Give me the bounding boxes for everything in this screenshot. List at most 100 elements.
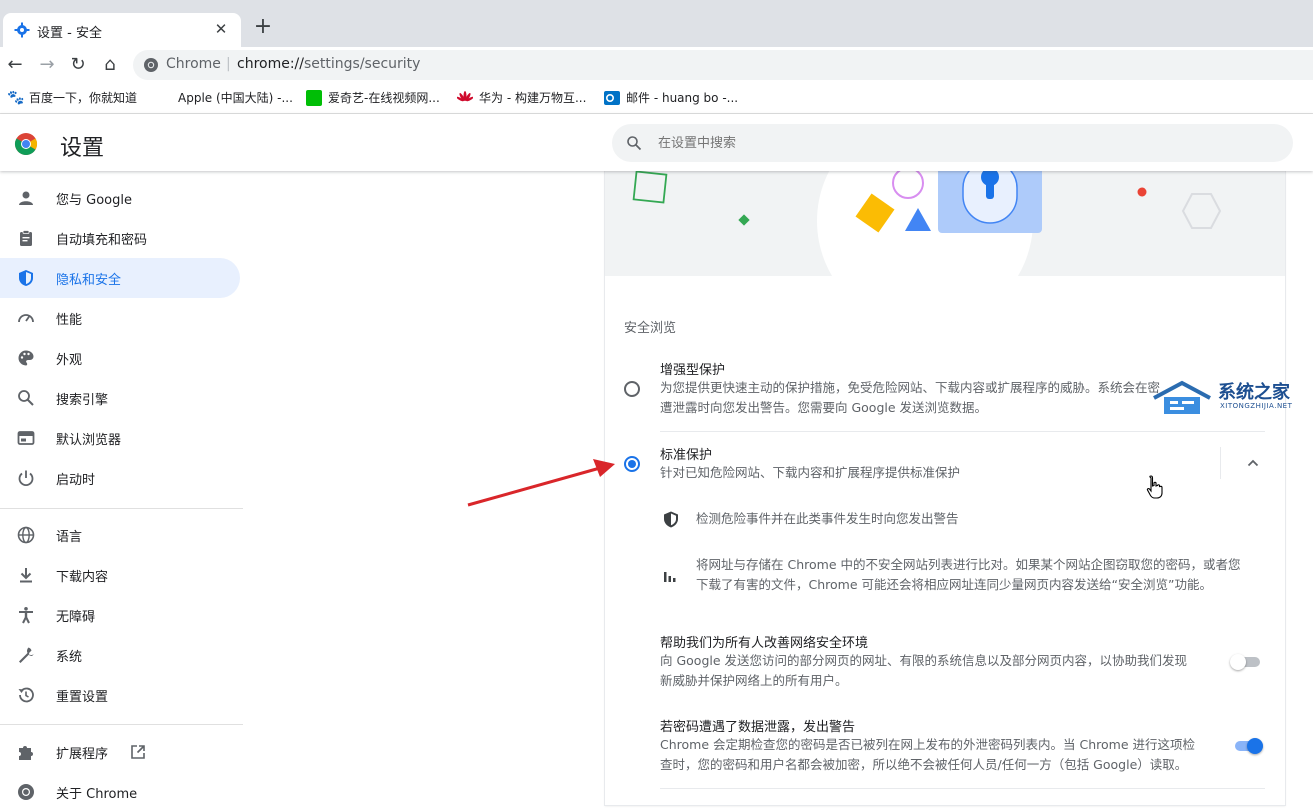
bookmark-mail[interactable]: 邮件 - huang bo -... <box>604 89 738 107</box>
sidebar-item-autofill[interactable]: 自动填充和密码 <box>0 218 240 258</box>
watermark-title: 系统之家 <box>1218 382 1290 403</box>
settings-header: 设置 <box>0 114 1313 171</box>
toolbar: ← → ↻ ⌂ Chrome | chrome://settings/secur… <box>0 47 1313 82</box>
security-banner-illustration <box>605 171 1285 276</box>
person-icon <box>19 191 33 205</box>
divider <box>660 431 1265 432</box>
sidebar-item-label: 扩展程序 <box>56 747 109 762</box>
bookmark-label: 爱奇艺-在线视频网... <box>328 91 440 105</box>
page-title: 设置 <box>60 136 105 161</box>
bookmark-huawei[interactable]: 华为 - 构建万物互... <box>457 89 586 107</box>
sidebar-item-extensions[interactable]: 扩展程序 <box>0 732 240 772</box>
settings-search[interactable] <box>612 124 1293 162</box>
help-improve-desc-2: 新威胁并保护网络上的所有用户。 <box>660 673 848 688</box>
puzzle-icon <box>19 746 33 760</box>
sidebar-item-label: 外观 <box>56 353 83 368</box>
help-improve-toggle[interactable] <box>1230 654 1260 670</box>
sidebar-item-default-browser[interactable]: 默认浏览器 <box>0 418 240 458</box>
url-path: settings/security <box>304 56 421 72</box>
bookmark-apple[interactable]: Apple (中国大陆) -... <box>156 89 293 107</box>
sidebar-item-on-startup[interactable]: 启动时 <box>0 458 240 498</box>
help-improve-title: 帮助我们为所有人改善网络安全环境 <box>660 636 869 651</box>
sidebar-item-search-engine[interactable]: 搜索引擎 <box>0 378 240 418</box>
password-warning-desc: Chrome 会定期检查您的密码是否已被列在网上发布的外泄密码列表内。当 Chr… <box>660 737 1195 752</box>
chrome-logo-icon <box>15 133 37 155</box>
security-card: 安全浏览 增强型保护 为您提供更快速主动的保护措施，免受危险网站、下载内容或扩展… <box>605 171 1285 805</box>
sidebar-item-label: 您与 Google <box>56 193 132 208</box>
password-warning-title: 若密码遭遇了数据泄露，发出警告 <box>660 720 856 735</box>
back-icon[interactable]: ← <box>3 53 27 77</box>
bookmark-iqiyi[interactable]: 爱奇艺-在线视频网... <box>306 89 440 107</box>
sidebar-item-performance[interactable]: 性能 <box>0 298 240 338</box>
sidebar-item-label: 默认浏览器 <box>56 433 122 448</box>
watermark-subtitle: XITONGZHIJIA.NET <box>1220 402 1293 410</box>
sidebar-item-privacy-security[interactable]: 隐私和安全 <box>0 258 240 298</box>
bookmark-baidu[interactable]: 🐾 百度一下，你就知道 <box>7 89 137 107</box>
address-bar[interactable]: Chrome | chrome://settings/security <box>133 50 1313 80</box>
sidebar-item-reset[interactable]: 重置设置 <box>0 675 240 715</box>
sidebar-item-label: 语言 <box>56 530 83 545</box>
sidebar-item-languages[interactable]: 语言 <box>0 515 240 555</box>
iqiyi-icon <box>306 89 322 106</box>
sidebar-item-label: 重置设置 <box>56 690 109 705</box>
forward-icon[interactable]: → <box>35 53 59 77</box>
vertical-divider <box>1220 447 1221 479</box>
detail-compare-urls-line-1: 将网址与存储在 Chrome 中的不安全网站列表进行比对。如果某个网站企图窃取您… <box>696 557 1241 572</box>
bookmark-label: 华为 - 构建万物互... <box>479 91 587 105</box>
bookmarks-bar: 🐾 百度一下，你就知道 Apple (中国大陆) -... 爱奇艺-在线视频网..… <box>0 82 1313 114</box>
bookmark-label: 邮件 - huang bo -... <box>626 91 739 105</box>
bookmark-label: Apple (中国大陆) -... <box>178 91 293 105</box>
radio-enhanced-protection[interactable] <box>624 381 640 397</box>
sidebar-item-downloads[interactable]: 下载内容 <box>0 555 240 595</box>
new-tab-button[interactable]: + <box>252 16 274 38</box>
divider <box>660 788 1265 789</box>
browser-icon <box>17 431 35 445</box>
sidebar-item-label: 性能 <box>56 313 83 328</box>
enhanced-protection-desc: 为您提供更快速主动的保护措施，免受危险网站、下载内容或扩展程序的威胁。系统会在密 <box>660 380 1161 395</box>
reload-icon[interactable]: ↻ <box>66 53 90 77</box>
sidebar-item-label: 关于 Chrome <box>56 787 138 802</box>
sidebar-item-label: 系统 <box>56 650 83 665</box>
chrome-icon <box>18 784 34 800</box>
tab-settings[interactable]: 设置 - 安全 ✕ <box>3 13 241 47</box>
chrome-icon <box>144 58 158 72</box>
open-in-new-icon <box>131 745 145 759</box>
baidu-icon: 🐾 <box>7 89 25 106</box>
globe-icon <box>17 526 35 544</box>
password-warning-desc-2: 查时，您的密码和用户名都会被加密，所以绝不会被任何人员/任何一方（包括 Goog… <box>660 757 1188 772</box>
enhanced-protection-title: 增强型保护 <box>660 363 726 378</box>
shield-icon <box>664 511 678 528</box>
detail-compare-urls-line-2: 下载了有害的文件，Chrome 可能还会将相应网址连同少量网页内容发送给“安全浏… <box>696 577 1212 592</box>
tab-title: 设置 - 安全 <box>37 26 102 41</box>
section-title-safe-browsing: 安全浏览 <box>624 321 677 336</box>
standard-protection-title: 标准保护 <box>660 448 713 463</box>
hand-cursor-icon <box>1146 475 1163 499</box>
sidebar-item-system[interactable]: 系统 <box>0 635 240 675</box>
accessibility-icon <box>19 607 33 624</box>
site-chip: Chrome <box>166 56 221 72</box>
sidebar-item-accessibility[interactable]: 无障碍 <box>0 595 240 635</box>
password-warning-toggle[interactable] <box>1233 738 1263 754</box>
sidebar-divider <box>0 724 243 725</box>
shield-icon <box>19 270 33 286</box>
search-input[interactable] <box>656 124 1256 162</box>
toggle-knob <box>1247 738 1263 754</box>
chevron-up-icon[interactable] <box>1245 455 1261 471</box>
radio-standard-protection[interactable] <box>624 456 640 472</box>
close-icon[interactable]: ✕ <box>211 19 231 39</box>
sidebar-item-appearance[interactable]: 外观 <box>0 338 240 378</box>
toggle-knob <box>1230 654 1246 670</box>
help-improve-desc: 向 Google 发送您访问的部分网页的网址、有限的系统信息以及部分网页内容，以… <box>660 653 1188 668</box>
url-text: chrome://settings/security <box>237 56 420 72</box>
home-icon[interactable]: ⌂ <box>98 53 122 77</box>
power-icon <box>18 470 34 487</box>
sidebar-item-label: 搜索引擎 <box>56 393 109 408</box>
sidebar-item-about-chrome[interactable]: 关于 Chrome <box>0 772 240 812</box>
bookmark-label: 百度一下，你就知道 <box>29 91 138 105</box>
sidebar: 您与 Google 自动填充和密码 隐私和安全 性能 外观 搜索引擎 默认浏览器… <box>0 171 245 805</box>
palette-icon <box>18 350 34 366</box>
detail-detect-dangerous-events: 检测危险事件并在此类事件发生时向您发出警告 <box>696 511 959 526</box>
huawei-icon <box>457 90 473 101</box>
sidebar-item-you-and-google[interactable]: 您与 Google <box>0 178 240 218</box>
sidebar-item-label: 自动填充和密码 <box>56 233 148 248</box>
